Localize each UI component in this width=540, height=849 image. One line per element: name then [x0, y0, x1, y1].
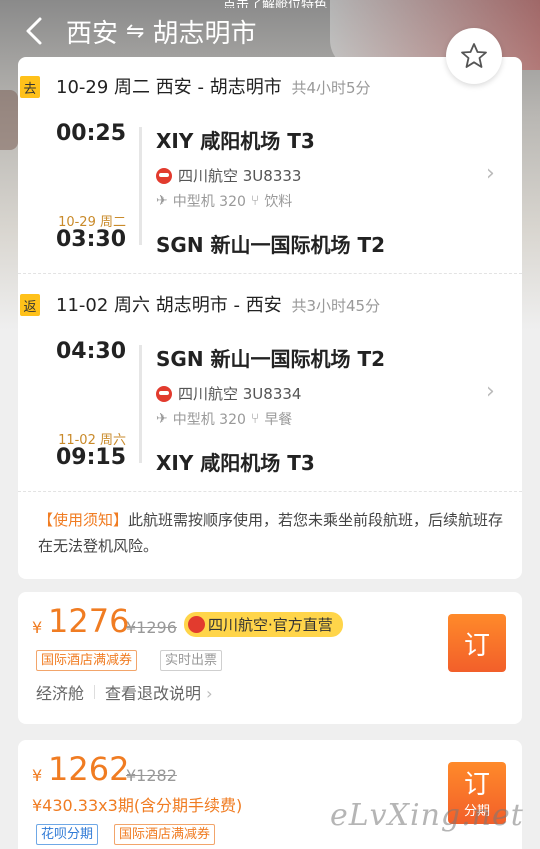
- refund-policy-label: 查看退改说明: [105, 684, 202, 703]
- chevron-left-icon: [26, 17, 42, 45]
- swap-arrow-icon: ⇋: [126, 18, 145, 44]
- offer-card[interactable]: ¥ 1276 ¥1296 四川航空·官方直营 国际酒店满减券 实时出票 经济舱 …: [18, 592, 522, 724]
- segment-weekday: 周二: [114, 77, 151, 98]
- departure-airport: SGN 新山一国际机场 T2: [156, 347, 386, 371]
- arrival-airport: SGN 新山一国际机场 T2: [156, 233, 386, 257]
- departure-time: 04:30: [55, 339, 126, 364]
- departure-time: 00:25: [55, 121, 126, 146]
- instant-ticket-tag: 实时出票: [160, 650, 223, 671]
- timeline-line: [139, 345, 142, 463]
- aircraft-info: ✈ 中型机 320 ⑂ 饮料: [156, 191, 292, 211]
- refund-policy-link[interactable]: 查看退改说明 ›: [105, 680, 213, 704]
- aircraft-type: 中型机 320: [172, 412, 246, 428]
- airline-logo-icon: [156, 167, 172, 184]
- plane-icon: ✈: [156, 193, 168, 209]
- header-photo-decoration-left: [0, 90, 18, 150]
- outbound-segment: 去 10-29 周二 西安 - 胡志明市 共4小时5分 00:25 XIY 咸阳…: [18, 57, 522, 273]
- segment-weekday: 周六: [114, 295, 151, 316]
- meal-info: 早餐: [264, 412, 293, 428]
- segment-date: 11-02: [56, 295, 109, 316]
- book-button[interactable]: 订: [448, 614, 506, 672]
- cabin-class: 经济舱: [36, 684, 85, 703]
- destination-city: 胡志明市: [152, 18, 257, 49]
- aircraft-type: 中型机 320: [172, 194, 246, 210]
- plane-icon: ✈: [156, 411, 168, 427]
- flight-detail-card: 去 10-29 周二 西安 - 胡志明市 共4小时5分 00:25 XIY 咸阳…: [18, 57, 522, 579]
- departure-airport: XIY 咸阳机场 T3: [156, 129, 315, 153]
- coupon-tag: 国际酒店满减券: [114, 824, 216, 845]
- cabin-feature-hint[interactable]: 点击了解舱位特色: [190, 0, 360, 8]
- return-segment: 返 11-02 周六 胡志明市 - 西安 共3小时45分 04:30 SGN 新…: [18, 275, 522, 491]
- arrival-time: 09:15: [55, 445, 126, 470]
- chevron-right-icon[interactable]: ›: [486, 379, 502, 404]
- offer-price: 1262: [48, 750, 130, 788]
- arrival-airport: XIY 咸阳机场 T3: [156, 451, 315, 475]
- airline-info: 四川航空 3U8333: [156, 165, 301, 186]
- segment-tag: 返: [20, 294, 40, 316]
- usage-notice-key: 【使用须知】: [38, 511, 129, 529]
- original-price: ¥1282: [126, 766, 177, 785]
- airline-logo-icon: [156, 385, 172, 402]
- site-watermark: eLvXing.net: [330, 798, 524, 833]
- segment-header: 11-02 周六 胡志明市 - 西安 共3小时45分: [56, 291, 380, 317]
- installment-info: ¥430.33x3期(含分期手续费): [32, 796, 243, 815]
- fork-knife-icon: ⑂: [250, 193, 260, 209]
- segment-duration: 共4小时5分: [291, 79, 371, 97]
- origin-city: 西安: [66, 18, 119, 49]
- back-button[interactable]: [22, 14, 46, 48]
- chevron-right-icon: ›: [206, 684, 213, 703]
- official-store-label: 四川航空·官方直营: [208, 616, 333, 634]
- cabin-row: 经济舱 查看退改说明 ›: [36, 680, 213, 704]
- arrival-time: 03:30: [55, 227, 126, 252]
- airline-flight-number: 四川航空 3U8333: [178, 167, 302, 185]
- original-price: ¥1296: [126, 618, 177, 637]
- segment-divider: [18, 273, 522, 274]
- currency-symbol: ¥: [32, 766, 43, 785]
- airline-info: 四川航空 3U8334: [156, 383, 301, 404]
- aircraft-info: ✈ 中型机 320 ⑂ 早餐: [156, 409, 292, 429]
- book-label: 订: [463, 770, 490, 800]
- currency-symbol: ¥: [32, 618, 43, 637]
- installment-tag: 花呗分期: [36, 824, 99, 845]
- official-store-badge: 四川航空·官方直营: [184, 612, 343, 637]
- segment-divider: [18, 491, 522, 492]
- segment-duration: 共3小时45分: [291, 297, 381, 315]
- airline-flight-number: 四川航空 3U8334: [178, 385, 302, 403]
- segment-route: 西安 - 胡志明市: [155, 77, 282, 98]
- divider: [94, 685, 96, 699]
- fork-knife-icon: ⑂: [250, 411, 260, 427]
- segment-header: 10-29 周二 西安 - 胡志明市 共4小时5分: [56, 73, 371, 99]
- favorite-button[interactable]: [446, 28, 502, 84]
- offer-price: 1276: [48, 602, 130, 640]
- meal-info: 饮料: [264, 194, 293, 210]
- segment-route: 胡志明市 - 西安: [155, 295, 282, 316]
- usage-notice: 【使用须知】此航班需按顺序使用，若您未乘坐前段航班，后续航班存在无法登机风险。: [38, 507, 508, 559]
- airline-logo-icon: [188, 616, 205, 633]
- star-icon: [461, 43, 487, 68]
- segment-tag: 去: [20, 76, 40, 98]
- coupon-tag: 国际酒店满减券: [36, 650, 138, 671]
- segment-date: 10-29: [56, 77, 109, 98]
- chevron-right-icon[interactable]: ›: [486, 161, 502, 186]
- page-title: 西安 ⇋ 胡志明市: [66, 14, 257, 49]
- timeline-line: [139, 127, 142, 245]
